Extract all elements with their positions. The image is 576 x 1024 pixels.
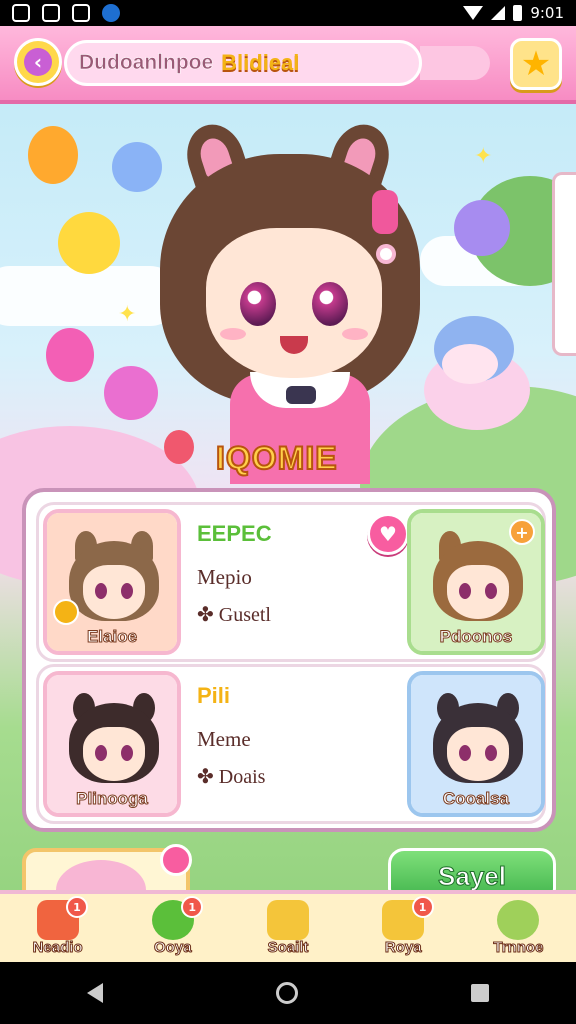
sun-decoration: [58, 212, 120, 274]
title-part-2: Blidieal: [221, 50, 300, 75]
like-button[interactable]: ♥: [367, 513, 409, 555]
nav-badge: 1: [411, 896, 434, 918]
character-trait: ✤ Gusetl: [197, 604, 271, 626]
sparkle-icon: ✦: [118, 302, 137, 327]
recents-icon[interactable]: [471, 984, 490, 1002]
page-title: Dudoanlnpoe Blidieal: [64, 40, 422, 86]
wifi-icon: [463, 6, 484, 20]
chevron-left-icon: ‹: [24, 48, 52, 76]
nav-label: Roya: [384, 939, 422, 957]
battery-icon: [513, 5, 523, 21]
character-row[interactable]: Plinooga Pili Meme ✤ Doais Cooalsa: [36, 664, 546, 824]
app-icon: [72, 4, 90, 22]
character-portrait[interactable]: Elaioe: [43, 509, 181, 655]
nav-label: Ooya: [154, 939, 193, 957]
title-part-1: Dudoanlnpoe: [79, 51, 214, 75]
nav-item-orb-2[interactable]: Trnnoe: [461, 894, 576, 962]
home-icon[interactable]: [275, 982, 298, 1004]
character-portrait[interactable]: + Pdoonos: [407, 509, 545, 655]
notification-icon: [42, 4, 60, 22]
character-name: Meme: [197, 727, 251, 751]
system-navigation-bar: [0, 962, 576, 1024]
pink-balloon-decoration: [46, 328, 94, 382]
plus-icon[interactable]: +: [509, 519, 535, 545]
hero-character[interactable]: [160, 117, 432, 484]
sparkle-icon: ✦: [474, 144, 493, 169]
nav-badge: 1: [181, 896, 204, 918]
nav-item-star[interactable]: 1 Roya: [346, 894, 461, 962]
back-icon[interactable]: [86, 983, 103, 1003]
pet-companion[interactable]: [424, 316, 534, 436]
orange-balloon-decoration: [28, 126, 78, 184]
character-tag: Pili: [197, 683, 231, 708]
back-button[interactable]: ‹: [14, 38, 62, 86]
character-portrait[interactable]: Plinooga: [43, 671, 181, 817]
status-bar: 9:01: [0, 0, 576, 26]
cheese-icon: [267, 900, 309, 940]
character-trait: ✤ Doais: [197, 766, 266, 788]
signal-icon: [491, 6, 506, 20]
star-icon: ★: [520, 44, 552, 84]
notification-badge: [160, 844, 192, 876]
portrait-label: Pdoonos: [439, 627, 513, 647]
side-drawer-tab[interactable]: [552, 172, 576, 356]
game-screen: ‹ Dudoanlnpoe Blidieal ★ ✦ ✦ IQOMIE Elai…: [0, 26, 576, 962]
hero-name: IQOMIE: [215, 439, 338, 477]
portrait-label: Cooalsa: [442, 789, 510, 809]
magenta-puff-decoration: [104, 366, 158, 420]
favorites-button[interactable]: ★: [510, 38, 562, 90]
bottom-navigation: 1 Neadio 1 Ooya Soailt 1 Roya Trnnoe: [0, 890, 576, 962]
planet-icon: [497, 900, 540, 940]
character-portrait[interactable]: Cooalsa: [407, 671, 545, 817]
gold-coin-icon: [53, 599, 79, 625]
clock: 9:01: [530, 4, 564, 22]
nav-item-cheese[interactable]: Soailt: [230, 894, 345, 962]
gallery-icon: [12, 4, 30, 22]
nav-item-orb[interactable]: 1 Ooya: [115, 894, 230, 962]
nav-item-home[interactable]: 1 Neadio: [0, 894, 115, 962]
portrait-label: Plinooga: [76, 789, 149, 809]
character-name: Mepio: [197, 565, 252, 589]
character-card-panel: Elaioe EEPEC Mepio ✤ Gusetl ♥ + Pdoonos: [22, 488, 556, 832]
portrait-label: Elaioe: [86, 627, 138, 647]
nav-label: Soailt: [267, 939, 309, 957]
heart-icon: ♥: [379, 522, 397, 546]
chat-icon: [102, 4, 120, 22]
blue-puff-decoration: [112, 142, 162, 192]
nav-label: Trnnoe: [493, 939, 544, 957]
purple-puff-decoration: [454, 200, 510, 256]
header-bar: ‹ Dudoanlnpoe Blidieal ★: [0, 26, 576, 104]
nav-badge: 1: [66, 896, 88, 918]
nav-label: Neadio: [32, 939, 83, 957]
character-row[interactable]: Elaioe EEPEC Mepio ✤ Gusetl ♥ + Pdoonos: [36, 502, 546, 662]
